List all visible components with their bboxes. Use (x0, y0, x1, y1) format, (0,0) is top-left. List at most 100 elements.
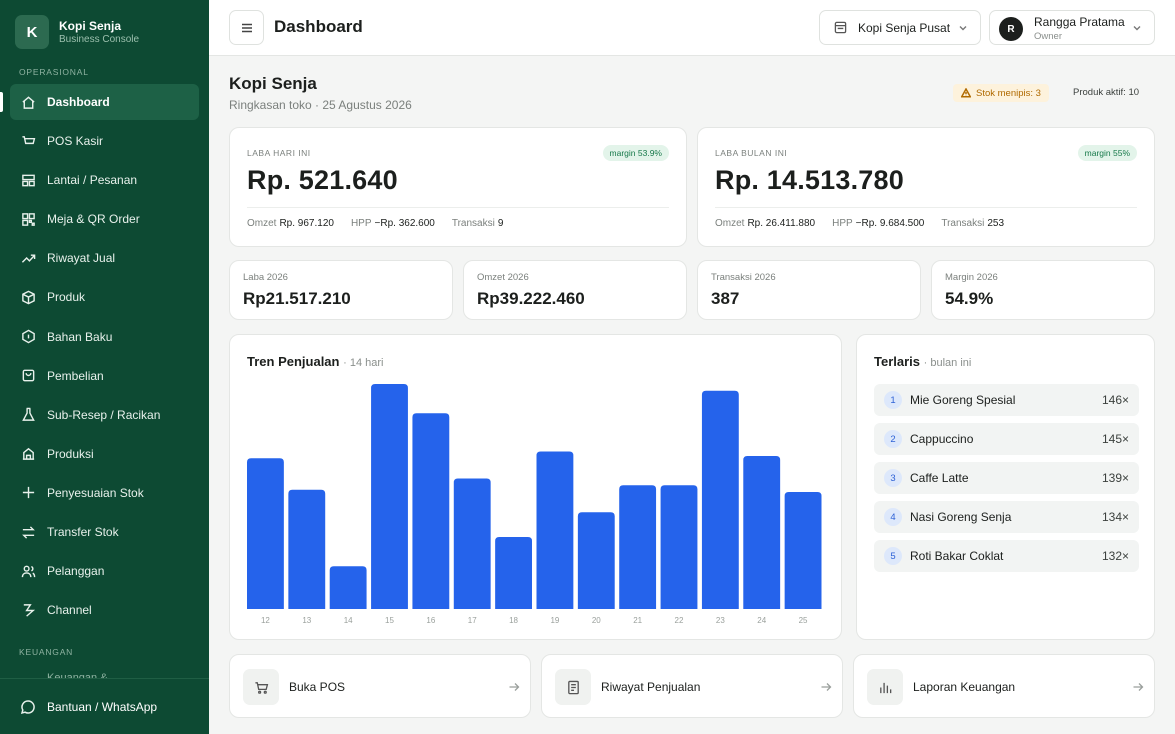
x-tick-label: 19 (550, 616, 559, 625)
store-selector[interactable]: Kopi Senja Pusat (819, 10, 981, 45)
divider (715, 207, 1137, 208)
sidebar-item-lantai-pesanan[interactable]: Lantai / Pesanan (10, 162, 199, 198)
finance-report-button[interactable]: Laporan Keuangan (853, 654, 1155, 718)
x-tick-label: 23 (716, 616, 725, 625)
sold-count: 145× (1101, 432, 1129, 446)
transaksi-value: 9 (497, 218, 504, 229)
flask-icon (20, 407, 36, 423)
stat-card-transaksi-2026: Transaksi 2026 387 (697, 260, 921, 320)
user-name: Rangga Pratama (1034, 15, 1125, 29)
transaksi-label: Transaksi (451, 218, 495, 229)
bar-chart-icon (867, 669, 903, 705)
list-item[interactable]: 1 Mie Goreng Spesial 146× (874, 384, 1139, 416)
chart-bar-20[interactable] (577, 512, 615, 609)
chart-bar-16[interactable] (412, 413, 450, 609)
layout-icon (20, 172, 36, 188)
x-tick-label: 14 (344, 616, 353, 625)
sidebar-item-pos-kasir[interactable]: POS Kasir (10, 123, 199, 159)
profit-today-value: Rp. 521.640 (247, 165, 398, 195)
sidebar-item-pelanggan[interactable]: Pelanggan (10, 553, 199, 589)
low-stock-badge[interactable]: Stok menipis: 3 (953, 84, 1049, 102)
stat-card-margin-2026: Margin 2026 54.9% (931, 260, 1155, 320)
store-subtitle: Ringkasan toko · 25 Agustus 2026 (229, 98, 412, 112)
rank-badge: 1 (884, 391, 902, 409)
sidebar-item-meja-qr[interactable]: Meja & QR Order (10, 201, 199, 237)
chart-bar-14[interactable] (329, 566, 367, 609)
x-tick-label: 24 (757, 616, 766, 625)
store-selector-value: Kopi Senja Pusat (858, 20, 951, 35)
chart-bar-13[interactable] (288, 489, 326, 609)
chart-bar-12[interactable] (247, 458, 284, 609)
product-name: Nasi Goreng Senja (910, 510, 1012, 524)
profit-month-label: LABA BULAN INI (715, 148, 788, 158)
low-stock-label: Stok menipis: 3 (976, 87, 1041, 99)
sidebar-item-label: Penyesuaian Stok (47, 485, 144, 500)
hpp-value: −Rp. 362.600 (374, 218, 435, 229)
box-icon (20, 289, 36, 305)
profit-today-label: LABA HARI INI (247, 148, 311, 158)
profit-month-value: Rp. 14.513.780 (715, 165, 904, 195)
sales-history-button[interactable]: Riwayat Penjualan (541, 654, 843, 718)
sidebar-item-pembelian[interactable]: Pembelian (10, 358, 199, 394)
user-menu[interactable]: R Rangga Pratama Owner (989, 10, 1155, 45)
omzet-label: Omzet (715, 218, 745, 229)
action-label: Riwayat Penjualan (601, 680, 701, 694)
open-pos-button[interactable]: Buka POS (229, 654, 531, 718)
x-tick-label: 21 (633, 616, 642, 625)
stat-label: Margin 2026 (945, 272, 998, 283)
sidebar-item-produk[interactable]: Produk (10, 279, 199, 315)
brand[interactable]: K Kopi Senja Business Console (15, 15, 139, 49)
list-item[interactable]: 5 Roti Bakar Coklat 132× (874, 540, 1139, 572)
sidebar-nav: Dashboard POS Kasir Lantai / Pesanan Mej… (0, 84, 199, 631)
chart-bar-15[interactable] (371, 384, 408, 609)
menu-toggle-button[interactable] (229, 10, 264, 45)
chart-bar-23[interactable] (701, 390, 739, 609)
list-item[interactable]: 4 Nasi Goreng Senja 134× (874, 501, 1139, 533)
sold-count: 132× (1101, 549, 1129, 563)
sidebar-item-dashboard[interactable]: Dashboard (0, 84, 199, 120)
chart-bar-25[interactable] (784, 492, 822, 609)
user-role: Owner (1034, 31, 1062, 42)
rank-badge: 3 (884, 469, 902, 487)
x-tick-label: 13 (302, 616, 311, 625)
sidebar-item-bahan-baku[interactable]: Bahan Baku (10, 319, 199, 355)
profit-today-meta: Omzet Rp. 967.120 HPP −Rp. 362.600 Transaksi… (247, 218, 520, 229)
brand-name: Kopi Senja (59, 18, 122, 33)
hpp-label: HPP (832, 218, 853, 229)
x-tick-label: 17 (468, 616, 477, 625)
chart-bar-19[interactable] (536, 451, 574, 610)
sidebar-item-sub-resep[interactable]: Sub-Resep / Racikan (10, 397, 199, 433)
active-products-count: Produk aktif: 10 (1073, 87, 1140, 98)
x-tick-label: 20 (592, 616, 601, 625)
omzet-value: Rp. 967.120 (279, 218, 334, 229)
sales-trend-card: Tren Penjualan · 14 hari 12 13 14 15 16 17 18 1… (229, 334, 842, 640)
sidebar-item-transfer-stok[interactable]: Transfer Stok (10, 514, 199, 550)
stat-value: 54.9% (945, 289, 994, 308)
sidebar-item-channel[interactable]: Channel (10, 592, 199, 628)
x-tick-label: 25 (799, 616, 808, 625)
help-whatsapp-link[interactable]: Bantuan / WhatsApp (0, 678, 209, 734)
arrow-right-icon (1133, 683, 1144, 691)
store-icon (834, 21, 847, 34)
section-label-keuangan: KEUANGAN (19, 647, 74, 657)
stat-label: Transaksi 2026 (711, 272, 776, 283)
sidebar-item-riwayat-jual[interactable]: Riwayat Jual (10, 240, 199, 276)
sidebar-item-label: POS Kasir (47, 134, 104, 149)
sidebar: K Kopi Senja Business Console OPERASIONA… (0, 0, 209, 734)
action-label: Buka POS (289, 680, 346, 694)
arrow-right-icon (821, 683, 832, 691)
top-sellers-list: 1 Mie Goreng Spesial 146× 2 Cappuccino 145× … (874, 384, 1139, 579)
list-item[interactable]: 2 Cappuccino 145× (874, 423, 1139, 455)
chart-bar-21[interactable] (619, 485, 657, 609)
chart-bar-24[interactable] (743, 456, 781, 609)
channel-icon (20, 602, 36, 618)
sidebar-item-label: Sub-Resep / Racikan (47, 407, 161, 422)
list-item[interactable]: 3 Caffe Latte 139× (874, 462, 1139, 494)
trend-icon (20, 250, 36, 266)
chart-bar-18[interactable] (495, 537, 532, 609)
sidebar-item-penyesuaian-stok[interactable]: Penyesuaian Stok (10, 475, 199, 511)
chart-bar-22[interactable] (660, 485, 698, 609)
chart-bar-17[interactable] (453, 478, 491, 610)
sidebar-item-produksi[interactable]: Produksi (10, 436, 199, 472)
margin-badge: margin 53.9% (602, 145, 669, 161)
